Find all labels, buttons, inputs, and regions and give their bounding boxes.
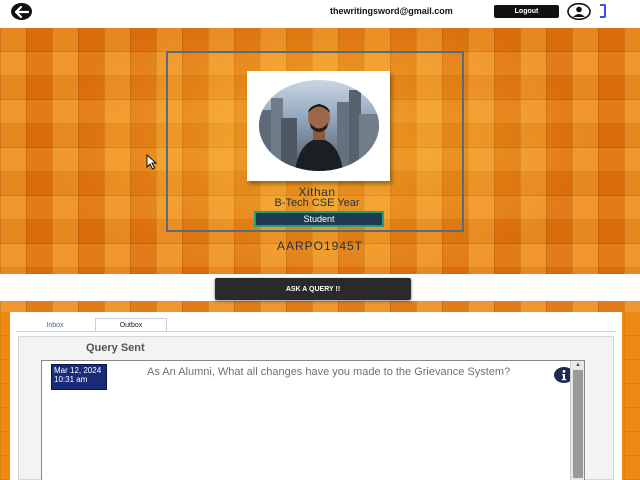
query-sent-section: Query Sent Mar 12, 2024 10:31 am As An A…: [18, 336, 614, 480]
user-circle-icon: [567, 2, 591, 21]
menu-toggle[interactable]: [600, 4, 606, 18]
arrow-left-icon: [14, 5, 29, 18]
profile-avatar-button[interactable]: [567, 2, 591, 21]
scroll-up-arrow-icon[interactable]: ▲: [571, 361, 585, 369]
profile-photo-card: [247, 71, 390, 181]
tab-outbox[interactable]: Outbox: [95, 318, 167, 332]
back-button[interactable]: [11, 3, 32, 20]
ask-query-button[interactable]: ASK A QUERY !!: [215, 278, 411, 300]
section-title: Query Sent: [86, 342, 145, 354]
scroll-thumb[interactable]: [573, 370, 583, 478]
query-text: As An Alumni, What all changes have you …: [147, 366, 511, 378]
profile-card: Xithan B-Tech CSE Year Student: [166, 51, 464, 232]
query-date: Mar 12, 2024 10:31 am: [51, 364, 107, 390]
queries-panel: Inbox Outbox Query Sent Mar 12, 2024 10:…: [10, 312, 622, 480]
student-course: B-Tech CSE Year: [274, 197, 360, 209]
query-list-scrollbar[interactable]: ▲: [570, 361, 584, 480]
info-icon: [561, 370, 567, 381]
query-list[interactable]: Mar 12, 2024 10:31 am As An Alumni, What…: [41, 360, 585, 480]
tab-inbox[interactable]: Inbox: [24, 318, 86, 332]
mouse-cursor-icon: [146, 154, 158, 170]
logout-button[interactable]: Logout: [494, 5, 559, 18]
profile-hero: Xithan B-Tech CSE Year Student AARPO1945…: [0, 28, 640, 312]
user-id: AARPO1945T: [276, 239, 364, 253]
user-email: thewritingsword@gmail.com: [330, 6, 453, 16]
profile-photo: [259, 80, 379, 171]
role-badge: Student: [254, 211, 384, 227]
tab-divider: [16, 331, 616, 332]
top-navbar: thewritingsword@gmail.com Logout: [0, 0, 640, 28]
